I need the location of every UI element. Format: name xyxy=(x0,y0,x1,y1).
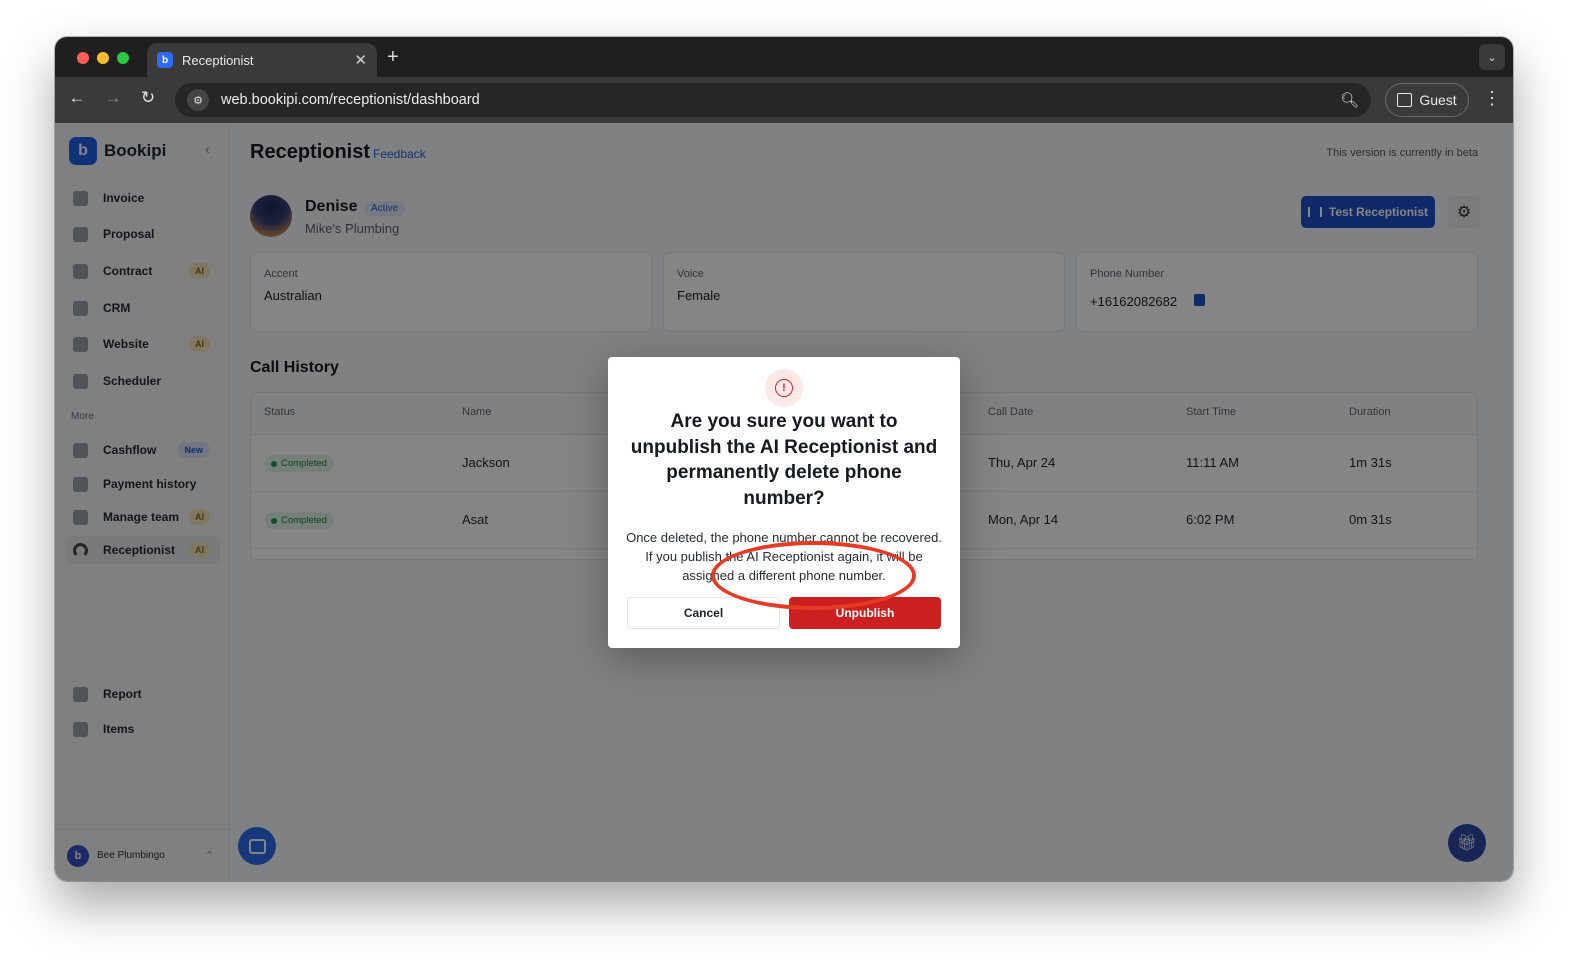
alert-circle-icon: ! xyxy=(775,379,793,397)
profile-button[interactable]: Guest xyxy=(1385,83,1469,117)
close-tab-icon[interactable]: ✕ xyxy=(354,51,367,69)
profile-icon xyxy=(1397,93,1413,107)
browser-menu-icon[interactable]: ⋮ xyxy=(1483,88,1501,109)
tab-strip: b Receptionist ✕ + ⌄ xyxy=(55,37,1513,77)
zoom-magnifier-icon[interactable]: 🔍︎ xyxy=(1340,91,1359,109)
bookipi-favicon-icon: b xyxy=(157,52,173,68)
tab-search-chevron-icon[interactable]: ⌄ xyxy=(1479,44,1505,70)
reload-icon[interactable]: ↻ xyxy=(137,88,159,108)
profile-label: Guest xyxy=(1419,92,1457,108)
dialog-title: Are you sure you want to unpublish the A… xyxy=(630,411,938,509)
back-arrow-icon[interactable]: ← xyxy=(66,88,88,108)
tab-title: Receptionist xyxy=(182,52,254,68)
browser-tab[interactable]: b Receptionist ✕ xyxy=(147,43,377,77)
browser-window: b Receptionist ✕ + ⌄ ← → ↻ ⚙ web.bookipi… xyxy=(55,37,1513,881)
minimize-window-button[interactable] xyxy=(97,52,109,64)
highlight-annotation-ring xyxy=(711,541,916,610)
browser-toolbar: ← → ↻ ⚙ web.bookipi.com/receptionist/das… xyxy=(55,77,1513,123)
new-tab-icon[interactable]: + xyxy=(387,46,399,69)
alert-badge: ! xyxy=(765,369,803,407)
maximize-window-button[interactable] xyxy=(117,52,129,64)
site-settings-icon[interactable]: ⚙ xyxy=(187,89,209,111)
address-bar[interactable]: ⚙ web.bookipi.com/receptionist/dashboard… xyxy=(175,83,1371,117)
forward-arrow-icon[interactable]: → xyxy=(102,88,124,108)
close-window-button[interactable] xyxy=(77,52,89,64)
url-text[interactable]: web.bookipi.com/receptionist/dashboard xyxy=(221,92,1340,108)
